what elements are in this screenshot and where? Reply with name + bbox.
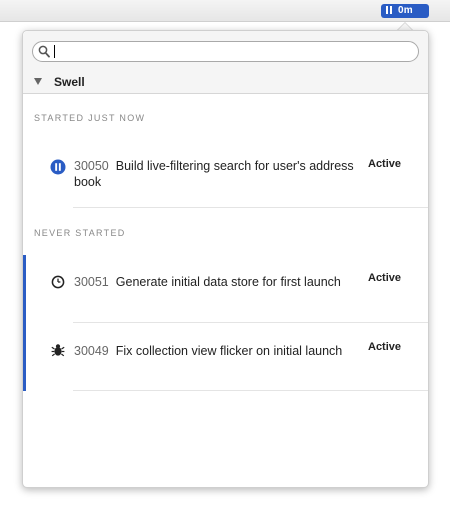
task-row[interactable]: 30049 Fix collection view flicker on init… xyxy=(23,323,428,391)
task-id: 30049 xyxy=(74,344,109,358)
text-caret xyxy=(54,45,55,58)
task-title-text: Build live-filtering search for user's a… xyxy=(74,159,354,189)
project-row[interactable]: Swell xyxy=(23,71,428,94)
section-header-started: Started just now xyxy=(34,113,146,123)
search-input[interactable] xyxy=(51,43,406,60)
row-divider xyxy=(73,390,428,391)
task-row[interactable]: 30050 Build live-filtering search for use… xyxy=(23,149,428,209)
task-title: 30050 Build live-filtering search for use… xyxy=(74,158,354,190)
task-popover: Swell Started just now 30050 Build live-f… xyxy=(22,30,429,488)
timer-button[interactable]: 0m xyxy=(381,4,429,18)
clock-icon xyxy=(51,275,65,289)
project-name: Swell xyxy=(54,75,85,89)
search-icon xyxy=(38,45,50,58)
bug-icon xyxy=(51,344,65,357)
task-title-text: Fix collection view flicker on initial l… xyxy=(115,344,343,358)
task-title: 30049 Fix collection view flicker on init… xyxy=(74,343,354,359)
search-toolbar xyxy=(23,31,428,71)
pause-icon[interactable] xyxy=(50,159,66,175)
status-label: Active xyxy=(368,341,402,353)
task-id: 30050 xyxy=(74,159,109,173)
pause-bars-icon xyxy=(386,6,393,14)
menu-bar: 0m xyxy=(0,0,450,22)
search-field[interactable] xyxy=(32,41,419,62)
row-divider xyxy=(73,207,428,208)
task-row[interactable]: 30051 Generate initial data store for fir… xyxy=(23,255,428,323)
status-label: Active xyxy=(368,272,402,284)
task-title-text: Generate initial data store for first la… xyxy=(115,275,341,289)
disclosure-triangle-icon[interactable] xyxy=(34,78,42,85)
status-label: Active xyxy=(368,158,402,170)
task-title: 30051 Generate initial data store for fir… xyxy=(74,274,354,290)
timer-label: 0m xyxy=(398,5,413,16)
task-id: 30051 xyxy=(74,275,109,289)
section-header-never-started: Never started xyxy=(34,228,126,238)
